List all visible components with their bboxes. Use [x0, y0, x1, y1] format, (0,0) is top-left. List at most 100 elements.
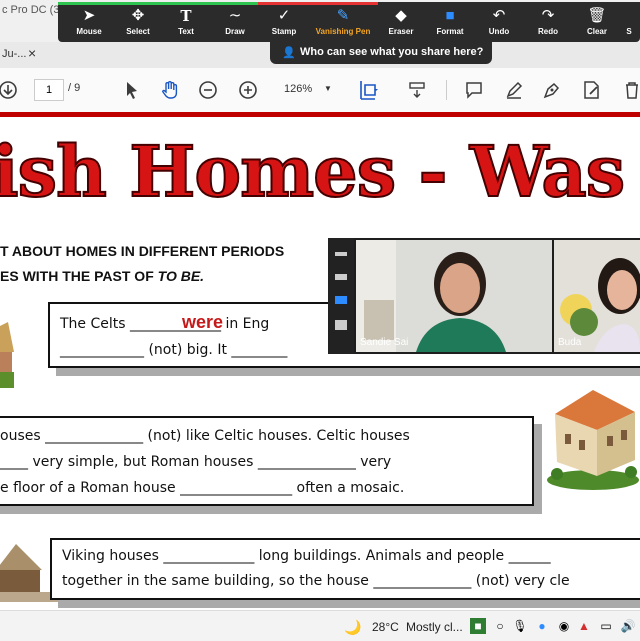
video-call-overlay[interactable]: Sandie Sai Buda	[328, 238, 640, 354]
color-swatch-icon: ■	[445, 7, 455, 24]
scroll-mode-icon[interactable]	[405, 78, 429, 102]
tool-label: Draw	[225, 27, 245, 36]
instruction-text: ES WITH THE PAST OF	[0, 268, 158, 284]
sign-pen-icon[interactable]	[540, 78, 564, 102]
tool-undo[interactable]: ↶ Undo	[474, 7, 524, 41]
checkmark-icon: ✓	[277, 7, 291, 24]
exercise-line: ____ very simple, but Roman houses _____…	[0, 454, 392, 470]
participant-video	[356, 240, 552, 352]
exercise-text: The Celts	[60, 316, 130, 332]
participant-tile[interactable]: Buda	[554, 240, 640, 352]
tool-redo[interactable]: ↷ Redo	[523, 7, 573, 41]
zoom-in-icon[interactable]	[236, 78, 260, 102]
exercise-box-romans: ouses ______________ (not) like Celtic h…	[0, 416, 534, 506]
move-icon: ✥	[131, 7, 145, 24]
tool-label: Text	[178, 27, 194, 36]
instruction-line-2: ES WITH THE PAST OF TO BE.	[0, 268, 204, 284]
pointer-icon[interactable]	[120, 78, 144, 102]
tab-close-icon[interactable]: ×	[28, 45, 36, 61]
tool-label: Select	[126, 27, 150, 36]
handwritten-answer: were	[182, 312, 224, 332]
redo-icon: ↷	[541, 7, 555, 24]
video-view-controls[interactable]	[328, 238, 354, 354]
microphone-icon[interactable]: 🎙	[512, 618, 528, 634]
tool-select[interactable]: ✥ Select	[113, 7, 163, 41]
tool-label: Redo	[538, 27, 558, 36]
exercise-line: e floor of a Roman house _______________…	[0, 480, 405, 496]
cursor-icon: ➤	[82, 7, 96, 24]
instruction-emphasis: TO BE.	[157, 268, 205, 284]
page-total: / 9	[68, 82, 81, 94]
tool-clear[interactable]: 🗑 Clear	[572, 7, 622, 41]
comment-icon[interactable]	[462, 78, 486, 102]
window-title: c Pro DC (32	[2, 4, 66, 16]
trash-icon: 🗑	[587, 7, 607, 24]
tool-label: Format	[436, 27, 464, 36]
antivirus-icon[interactable]: ▲	[576, 618, 592, 634]
display-icon[interactable]: ▭	[598, 618, 614, 634]
minimize-icon[interactable]	[335, 252, 347, 256]
zoom-out-icon[interactable]	[196, 78, 220, 102]
page-number-input[interactable]: 1	[34, 79, 64, 101]
page-top-border	[0, 112, 640, 117]
participant-video	[554, 240, 640, 352]
weather-temperature[interactable]: 28°C	[372, 620, 399, 634]
toolbar-green-stripe	[58, 2, 258, 5]
eraser-icon: ◆	[395, 7, 407, 24]
delete-icon[interactable]	[620, 78, 640, 102]
tool-label: Vanishing Pen	[315, 27, 371, 36]
page-down-icon[interactable]	[0, 78, 20, 102]
undo-icon: ↶	[492, 7, 506, 24]
chevron-down-icon: ▼	[324, 84, 332, 93]
roman-house-illustration	[547, 390, 639, 490]
pdf-page: ish Homes - Was or Wer T ABOUT HOMES IN …	[0, 112, 640, 610]
tool-stamp[interactable]: ✓ Stamp	[259, 7, 309, 41]
tool-label: Undo	[488, 27, 510, 36]
text-icon: T	[180, 7, 192, 25]
share-visibility-label: Who can see what you share here?	[300, 46, 484, 58]
weather-icon[interactable]: 🌙	[344, 619, 361, 636]
windows-taskbar: 🌙 28°C Mostly cl... ■ ○ 🎙 ● ◉ ▲ ▭ 🔊	[0, 610, 640, 641]
highlight-pen-icon[interactable]	[502, 78, 526, 102]
annotation-toolbar: ➤ Mouse ✥ Select T Text ∼ Draw ✓ Stamp ✎…	[58, 2, 640, 42]
gallery-view-icon[interactable]	[335, 320, 347, 330]
tool-draw[interactable]: ∼ Draw	[210, 7, 260, 41]
document-tab-label[interactable]: Ju-...	[2, 48, 26, 60]
share-visibility-button[interactable]: 👤 Who can see what you share here?	[270, 42, 492, 64]
security-icon[interactable]: ◉	[556, 618, 572, 634]
tool-format[interactable]: ■ Format	[425, 7, 475, 41]
weather-condition[interactable]: Mostly cl...	[406, 620, 463, 634]
zoom-level-select[interactable]: 126% ▼	[276, 79, 336, 99]
exercise-box-vikings: Viking houses _____________ long buildin…	[50, 538, 640, 600]
exercise-line: ouses ______________ (not) like Celtic h…	[0, 428, 410, 444]
tool-mouse[interactable]: ➤ Mouse	[64, 7, 114, 41]
tool-text[interactable]: T Text	[161, 7, 211, 41]
tool-label: Eraser	[388, 27, 414, 36]
exercise-line: The Celts _____________ in Eng	[60, 316, 269, 332]
network-icon[interactable]: ○	[492, 618, 508, 634]
exercise-text: in Eng	[221, 316, 270, 332]
tool-label: Clear	[586, 27, 607, 36]
speaker-view-icon[interactable]	[335, 296, 347, 304]
pen-icon: ✎	[336, 7, 350, 24]
speaker-icon[interactable]: 🔊	[620, 618, 636, 634]
page-fit-icon[interactable]	[356, 78, 380, 102]
nvidia-icon[interactable]: ■	[470, 618, 486, 634]
tool-vanishing-pen[interactable]: ✎ Vanishing Pen	[308, 7, 378, 41]
toolbar-divider	[446, 80, 447, 100]
zoom-level-value: 126%	[284, 83, 313, 95]
tool-label: Mouse	[76, 27, 102, 36]
edit-pdf-icon[interactable]	[580, 78, 604, 102]
squiggle-icon: ∼	[228, 7, 242, 24]
zoom-tray-icon[interactable]: ●	[534, 618, 550, 634]
tool-save[interactable]: S	[618, 7, 640, 41]
exercise-line: ____________ (not) big. It ________	[60, 342, 288, 358]
exercise-line: together in the same building, so the ho…	[62, 573, 570, 589]
thumbnail-view-icon[interactable]	[335, 274, 347, 280]
tool-label: Stamp	[271, 27, 297, 36]
participant-tile[interactable]: Sandie Sai	[356, 240, 552, 352]
hand-tool-icon[interactable]	[158, 78, 182, 102]
save-icon	[618, 7, 640, 25]
participant-name: Buda	[558, 337, 582, 348]
tool-eraser[interactable]: ◆ Eraser	[376, 7, 426, 41]
